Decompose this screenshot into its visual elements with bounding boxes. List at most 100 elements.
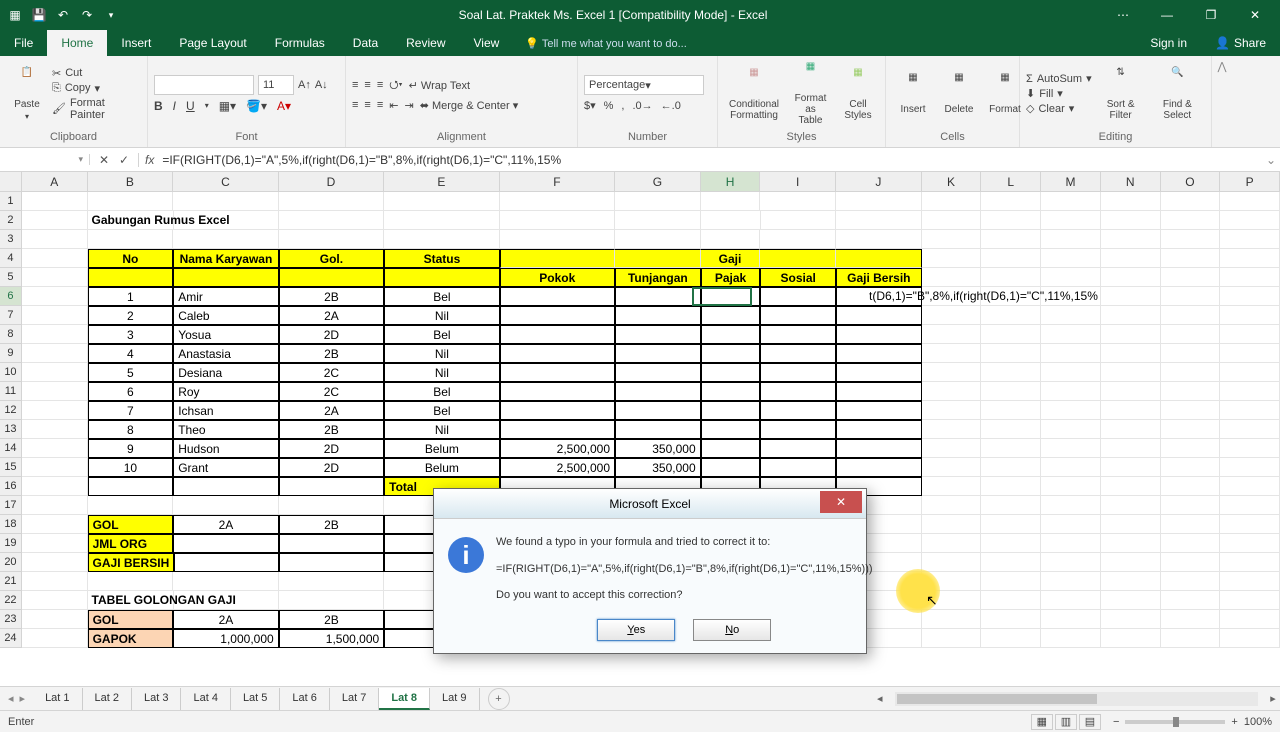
cell[interactable] [981, 439, 1041, 458]
merge-center-button[interactable]: ⬌ Merge & Center ▾ [420, 99, 519, 112]
cell[interactable] [922, 249, 982, 268]
cell-styles-button[interactable]: ▦Cell Styles [837, 65, 879, 123]
decrease-font-icon[interactable]: A↓ [315, 79, 328, 91]
cell[interactable]: 2A [173, 515, 279, 534]
cell[interactable] [88, 268, 174, 287]
cell[interactable] [922, 344, 982, 363]
cell[interactable] [1101, 401, 1161, 420]
cell[interactable] [1220, 249, 1280, 268]
cell[interactable] [615, 363, 701, 382]
cell[interactable] [1101, 382, 1161, 401]
cell[interactable] [1041, 439, 1101, 458]
cell[interactable] [22, 325, 88, 344]
cell[interactable] [500, 230, 615, 249]
delete-cells-button[interactable]: ▦Delete [938, 70, 980, 117]
cell[interactable] [1101, 610, 1161, 629]
cell[interactable] [22, 553, 88, 572]
cell[interactable] [922, 382, 982, 401]
cell[interactable] [1161, 325, 1221, 344]
ribbon-options-icon[interactable]: ⋯ [1106, 0, 1140, 30]
font-size-select[interactable]: 11 [258, 75, 294, 95]
cell[interactable]: Hudson [173, 439, 278, 458]
cell[interactable] [836, 344, 922, 363]
cell[interactable] [500, 249, 615, 268]
tab-formulas[interactable]: Formulas [261, 30, 339, 56]
cell[interactable] [279, 192, 384, 211]
cell[interactable] [22, 458, 88, 477]
cell[interactable] [279, 268, 384, 287]
cell[interactable] [981, 496, 1041, 515]
cell[interactable] [279, 230, 384, 249]
cell[interactable] [981, 629, 1041, 648]
formula-enter-icon[interactable]: ✓ [116, 153, 132, 167]
cell[interactable]: 8 [88, 420, 174, 439]
col-G-header[interactable]: G [615, 172, 701, 191]
cell[interactable] [1041, 306, 1101, 325]
col-B-header[interactable]: B [88, 172, 174, 191]
col-J-header[interactable]: J [836, 172, 922, 191]
cell[interactable] [981, 477, 1041, 496]
cell[interactable]: 1,000,000 [173, 629, 279, 648]
cell[interactable] [88, 572, 174, 591]
cell[interactable] [500, 363, 615, 382]
cell[interactable] [760, 325, 836, 344]
cell[interactable] [615, 211, 701, 230]
cell[interactable]: Bel [384, 287, 499, 306]
cell[interactable] [22, 287, 88, 306]
cell[interactable]: Bel [384, 382, 499, 401]
cell[interactable] [1041, 287, 1101, 306]
cell[interactable] [500, 325, 615, 344]
cell[interactable]: Desiana [173, 363, 278, 382]
cell[interactable] [701, 382, 761, 401]
cell[interactable] [1041, 325, 1101, 344]
col-A-header[interactable]: A [22, 172, 88, 191]
cell[interactable]: Nil [384, 420, 499, 439]
cell[interactable]: Tunjangan [615, 268, 701, 287]
cell[interactable] [1101, 496, 1161, 515]
name-box[interactable]: ▾ [0, 154, 90, 165]
col-N-header[interactable]: N [1101, 172, 1161, 191]
cell[interactable] [500, 420, 615, 439]
cell[interactable] [1041, 477, 1101, 496]
cell[interactable] [1101, 211, 1161, 230]
cell[interactable] [981, 211, 1041, 230]
cell[interactable] [701, 401, 761, 420]
cell[interactable] [1220, 420, 1280, 439]
col-M-header[interactable]: M [1041, 172, 1101, 191]
cell[interactable] [1161, 268, 1221, 287]
cell[interactable] [1161, 515, 1221, 534]
cell[interactable] [922, 610, 982, 629]
cell[interactable] [1041, 458, 1101, 477]
cell[interactable] [922, 420, 982, 439]
cell[interactable] [1220, 230, 1280, 249]
cell[interactable] [981, 344, 1041, 363]
col-I-header[interactable]: I [760, 172, 836, 191]
cell[interactable] [1220, 287, 1280, 306]
cell[interactable]: 7 [88, 401, 174, 420]
cell[interactable] [173, 268, 278, 287]
cell[interactable] [760, 192, 836, 211]
cell[interactable] [701, 458, 761, 477]
cell[interactable]: 2 [88, 306, 174, 325]
cell[interactable] [615, 192, 701, 211]
minimize-icon[interactable]: — [1150, 0, 1184, 30]
cell[interactable] [1161, 230, 1221, 249]
cell[interactable] [836, 439, 922, 458]
cut-button[interactable]: ✂ Cut [52, 67, 141, 80]
cell[interactable] [279, 477, 384, 496]
cell[interactable] [279, 534, 385, 553]
cell[interactable]: 2,500,000 [500, 439, 615, 458]
currency-icon[interactable]: $▾ [584, 99, 596, 112]
cell[interactable] [922, 496, 982, 515]
cell[interactable] [922, 325, 982, 344]
cell[interactable]: Sosial [760, 268, 836, 287]
cell[interactable] [922, 401, 982, 420]
cell[interactable] [981, 515, 1041, 534]
cell[interactable] [760, 230, 836, 249]
cell[interactable] [615, 401, 701, 420]
cell[interactable] [836, 211, 922, 230]
cell[interactable] [922, 458, 982, 477]
cell[interactable]: Anastasia [173, 344, 278, 363]
cell[interactable]: No [88, 249, 174, 268]
underline-button[interactable]: U [186, 99, 195, 113]
